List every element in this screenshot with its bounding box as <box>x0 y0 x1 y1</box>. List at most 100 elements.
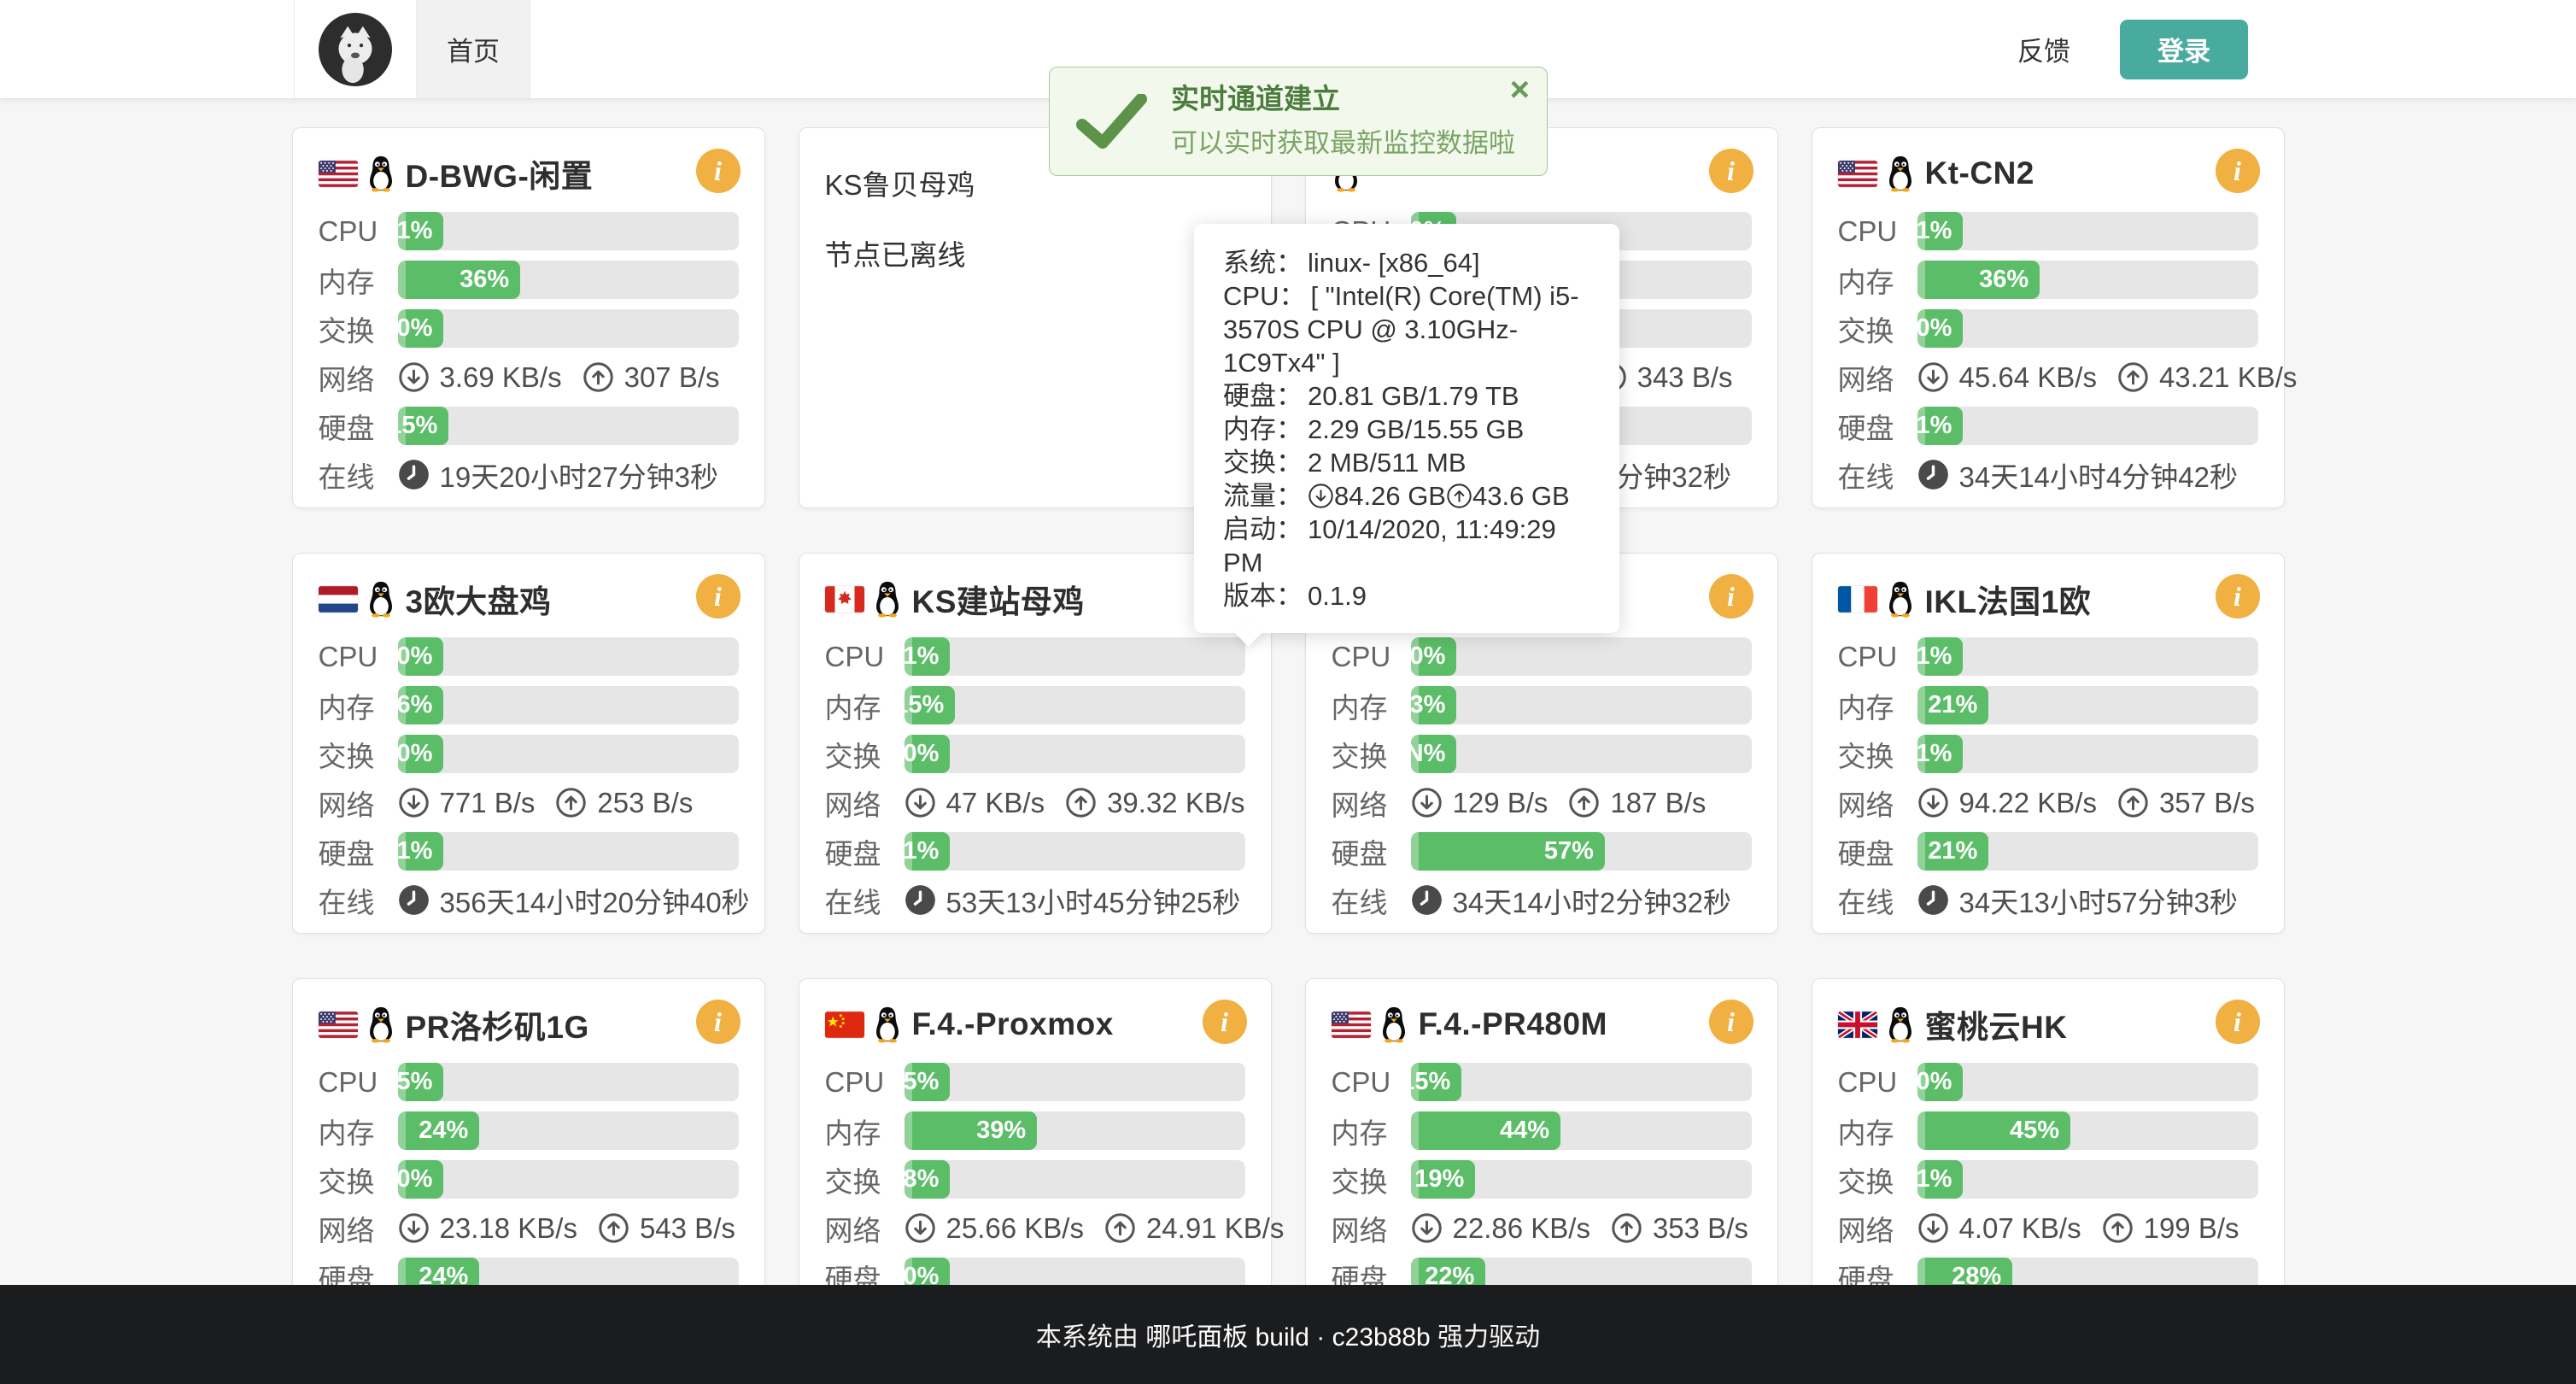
download-arrow-icon <box>1917 361 1949 393</box>
linux-penguin-icon <box>1886 580 1915 618</box>
info-icon[interactable]: i <box>696 574 741 619</box>
cpu-label: CPU <box>1838 215 1917 248</box>
memory-row: 内存 36% <box>319 261 739 299</box>
memory-label: 内存 <box>319 260 398 301</box>
upload-arrow-icon <box>1446 483 1472 509</box>
tooltip-row: 交换：2 MB/511 MB <box>1223 446 1590 479</box>
disk-row: 硬盘 15% <box>319 407 739 445</box>
upload-speed: 357 B/s <box>2159 787 2255 819</box>
info-icon[interactable]: i <box>2216 574 2260 619</box>
swap-bar-fill: N% <box>1411 735 1457 773</box>
info-icon[interactable]: i <box>2216 1000 2260 1044</box>
cpu-bar: 0% <box>1917 1063 2258 1101</box>
linux-penguin-icon <box>1886 1006 1915 1043</box>
tooltip-row-label: 交换： <box>1223 448 1303 478</box>
upload-arrow-icon <box>598 1212 629 1244</box>
download-arrow-icon <box>1308 483 1334 509</box>
info-icon[interactable]: i <box>1203 1000 1247 1044</box>
cpu-label: CPU <box>825 641 905 673</box>
upload-arrow-icon <box>2117 787 2149 818</box>
disk-bar: 1% <box>905 832 1245 871</box>
download-arrow-icon <box>1411 787 1443 818</box>
disk-label: 硬盘 <box>319 831 398 872</box>
swap-label: 交换 <box>319 308 398 349</box>
info-icon[interactable]: i <box>2216 149 2260 193</box>
info-icon[interactable]: i <box>1709 574 1753 619</box>
tooltip-row-label: 流量： <box>1223 481 1303 511</box>
cpu-bar-fill: 5% <box>905 1063 951 1101</box>
site-logo[interactable] <box>295 0 417 98</box>
memory-label: 内存 <box>825 685 905 726</box>
info-icon[interactable]: i <box>1709 149 1753 193</box>
cpu-label: CPU <box>319 641 398 673</box>
disk-percent: 1% <box>905 837 951 865</box>
tooltip-row: 硬盘：20.81 GB/1.79 TB <box>1223 379 1590 413</box>
footer-panel-link[interactable]: 哪吒面板 build · c23b88b <box>1145 1316 1431 1353</box>
country-flag-icon-fr <box>1838 586 1877 613</box>
cpu-bar: 1% <box>1917 212 2258 250</box>
toast-close-icon[interactable]: × <box>1510 73 1530 107</box>
swap-bar: 0% <box>905 735 1245 773</box>
upload-arrow-icon <box>1065 787 1097 818</box>
network-label: 网络 <box>1838 783 1917 824</box>
swap-row: 交换 0% <box>825 735 1245 773</box>
cpu-bar-fill: 1% <box>905 637 951 676</box>
network-row: 网络 22.86 KB/s 353 B/s <box>1332 1209 1752 1247</box>
cpu-bar-fill: 1% <box>1917 212 1964 250</box>
swap-bar-fill: 0% <box>398 309 444 348</box>
disk-percent: 11% <box>1917 412 1964 440</box>
country-flag-icon-us <box>319 1012 358 1038</box>
memory-percent: 39% <box>976 1117 1037 1145</box>
success-check-icon <box>1075 94 1147 149</box>
memory-percent: 36% <box>460 266 520 294</box>
server-card: D-BWG-闲置 i CPU 1% 内存 36% 交换 0% 网络 3.69 K… <box>292 127 765 508</box>
memory-label: 内存 <box>319 1111 398 1152</box>
info-icon[interactable]: i <box>696 1000 741 1044</box>
memory-percent: 45% <box>2010 1117 2070 1145</box>
clock-icon <box>1411 884 1443 916</box>
cpu-bar: 0% <box>398 637 739 676</box>
download-arrow-icon <box>905 1212 936 1244</box>
download-speed: 23.18 KB/s <box>440 1212 577 1245</box>
footer-text-suffix: 强力驱动 <box>1431 1316 1540 1353</box>
country-flag-icon-gb <box>1838 1012 1877 1038</box>
disk-bar: 1% <box>398 832 739 871</box>
network-row: 网络 4.07 KB/s 199 B/s <box>1838 1209 2258 1247</box>
upload-arrow-icon <box>555 787 587 818</box>
cpu-percent: 1% <box>398 217 444 245</box>
network-row: 网络 3.69 KB/s 307 B/s <box>319 358 739 396</box>
card-header: 3欧大盘鸡 i <box>319 574 739 624</box>
tooltip-row-value: 0.1.9 <box>1308 581 1367 611</box>
swap-bar-fill: 0% <box>398 1160 444 1199</box>
memory-percent: 3% <box>1411 691 1457 719</box>
info-icon[interactable]: i <box>1709 1000 1753 1044</box>
nav-tab-home[interactable]: 首页 <box>417 0 530 98</box>
upload-speed: 187 B/s <box>1610 787 1706 819</box>
download-speed: 771 B/s <box>440 787 536 819</box>
feedback-link[interactable]: 反馈 <box>1968 0 2120 98</box>
disk-label: 硬盘 <box>1332 831 1411 872</box>
memory-bar: 45% <box>1917 1111 2258 1150</box>
upload-speed: 543 B/s <box>640 1212 735 1245</box>
download-arrow-icon <box>1917 787 1949 818</box>
tooltip-traffic-out: 43.6 GB <box>1472 481 1570 511</box>
card-header: Kt-CN2 i <box>1838 149 2258 198</box>
disk-row: 硬盘 1% <box>825 832 1245 871</box>
memory-bar-fill: 6% <box>398 686 444 724</box>
clock-icon <box>398 459 430 490</box>
clock-icon <box>905 884 936 916</box>
swap-label: 交换 <box>825 734 905 775</box>
tooltip-row-label: CPU： <box>1223 281 1305 311</box>
upload-arrow-icon <box>2117 361 2149 393</box>
info-icon[interactable]: i <box>696 149 741 193</box>
swap-row: 交换 0% <box>319 735 739 773</box>
upload-speed: 353 B/s <box>1653 1212 1748 1245</box>
download-speed: 94.22 KB/s <box>1959 787 2097 819</box>
card-header: F.4.-PR480M i <box>1332 1000 1752 1049</box>
memory-row: 内存 44% <box>1332 1111 1752 1150</box>
disk-bar: 21% <box>1917 832 2258 871</box>
cpu-row: CPU 15% <box>1332 1063 1752 1101</box>
login-button[interactable]: 登录 <box>2120 20 2248 79</box>
memory-bar-fill: 36% <box>398 261 521 299</box>
uptime-value: 53天13小时45分钟25秒 <box>946 880 1241 921</box>
